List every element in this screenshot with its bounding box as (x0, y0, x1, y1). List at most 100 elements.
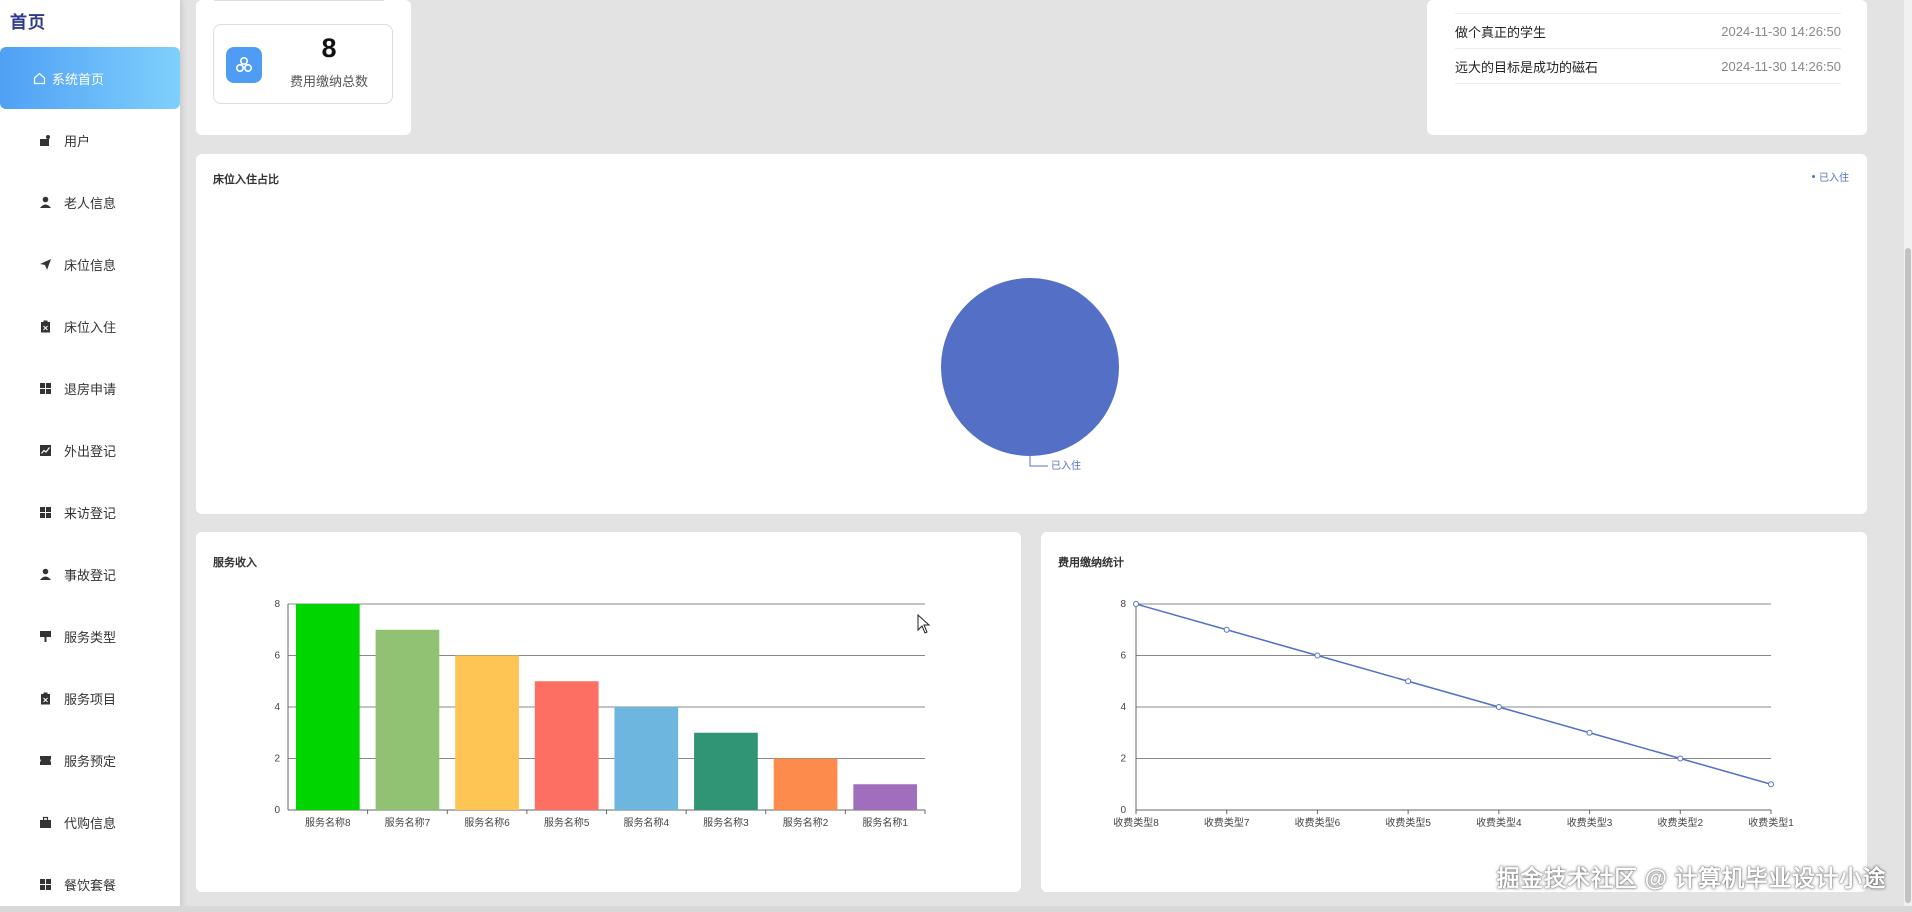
x-tick-label: 服务名称5 (544, 816, 590, 829)
x-tick-label: 服务名称3 (703, 816, 749, 829)
y-tick-label: 8 (1120, 599, 1126, 610)
pie-slice[interactable] (941, 278, 1119, 456)
stat-box-fee-count: 8 费用缴纳总数 (213, 24, 393, 104)
bar[interactable] (614, 707, 679, 810)
x-tick-label: 服务名称4 (624, 816, 670, 829)
watermark: 掘金技术社区 @ 计算机毕业设计小途 (1496, 865, 1886, 891)
horizontal-scrollbar[interactable] (0, 906, 1912, 912)
data-point[interactable] (1133, 601, 1139, 607)
y-tick-label: 6 (274, 651, 280, 662)
y-tick-label: 4 (274, 702, 280, 713)
x-tick-label: 服务名称1 (862, 816, 908, 829)
x-tick-label: 收费类型7 (1204, 816, 1250, 829)
sidebar-item-label: 外出登记 (64, 443, 117, 459)
scrollbar-thumb[interactable] (1905, 248, 1911, 903)
sidebar-item-4[interactable]: 床位信息 (0, 233, 180, 295)
bar[interactable] (455, 655, 519, 811)
sidebar: 首页 系统首页 用户 老人信息 床位信息 床位入住 退房申请 外出登记 来访登记 事故登记 服务类… (0, 0, 180, 912)
sidebar-item-5[interactable]: 床位入住 (0, 295, 180, 357)
sidebar-item-label: 来访登记 (64, 505, 117, 521)
x-tick-label: 收费类型2 (1658, 816, 1704, 829)
divider (214, 0, 384, 1)
x-tick-label: 收费类型3 (1567, 816, 1613, 829)
x-tick-label: 收费类型6 (1295, 816, 1341, 829)
x-tick-label: 服务名称2 (783, 816, 829, 829)
sidebar-item-8[interactable]: 来访登记 (0, 481, 180, 543)
sidebar-item-label: 服务预定 (64, 753, 117, 769)
bar-chart-card: 服务收入 0 2 4 6 8 服务名称8 服务名称7 服务名称6 服务名称5 服务名称4 服务名称3… (196, 532, 1021, 892)
sidebar-item-label: 系统首页 (52, 71, 105, 87)
sidebar-item-2[interactable]: 用户 (0, 109, 180, 171)
sidebar-item-3[interactable]: 老人信息 (0, 171, 180, 233)
x-tick-label: 服务名称7 (385, 816, 431, 829)
sidebar-item-10[interactable]: 服务类型 (0, 605, 180, 667)
sidebar-item-label: 床位信息 (64, 257, 117, 273)
sidebar-item-label: 退房申请 (64, 381, 117, 397)
data-point[interactable] (1314, 652, 1321, 659)
sidebar-item-13[interactable]: 代购信息 (0, 791, 180, 853)
pie-label-line (1029, 456, 1048, 467)
home-icon (32, 71, 46, 85)
sidebar-item-label: 服务类型 (64, 629, 117, 645)
sidebar-item-9[interactable]: 事故登记 (0, 543, 180, 605)
y-tick-label: 6 (1120, 651, 1126, 662)
chart-icon (38, 443, 52, 457)
data-point[interactable] (1495, 704, 1502, 710)
ticket-icon (38, 753, 52, 767)
y-tick-label: 0 (274, 805, 280, 816)
data-point[interactable] (1405, 678, 1412, 685)
bar[interactable] (853, 784, 918, 810)
data-point[interactable] (1223, 626, 1230, 633)
bar[interactable] (375, 629, 440, 810)
notice-time: 2024-11-30 14:26:50 (1721, 58, 1841, 74)
stat-value: 8 (321, 33, 337, 63)
grid-icon (38, 505, 52, 519)
notice-title: 做个真正的学生 (1455, 24, 1547, 40)
grid-icon (38, 381, 52, 395)
person-icon (38, 567, 52, 581)
sidebar-item-1[interactable]: 系统首页 (0, 47, 180, 109)
notice-item[interactable]: 远大的目标是成功的磁石 2024-11-30 14:26:50 (1455, 49, 1841, 84)
sidebar-item-11[interactable]: 服务项目 (0, 667, 180, 729)
bar[interactable] (534, 681, 599, 810)
x-tick-label: 服务名称6 (464, 816, 510, 829)
sidebar-item-12[interactable]: 服务预定 (0, 729, 180, 791)
x-tick-label: 收费类型8 (1113, 816, 1159, 829)
y-tick-label: 0 (1120, 805, 1126, 816)
x-tick-label: 收费类型5 (1385, 816, 1431, 829)
briefcase-icon (38, 815, 52, 829)
sidebar-item-14[interactable]: 餐饮套餐 (0, 853, 180, 912)
line-chart: 0 2 4 6 8 收费类型8 收费类型7 收费类型6 收费类型5 收费类型4 收费类型3 收费类型2… (1113, 599, 1794, 829)
y-tick-label: 8 (274, 599, 280, 610)
pie-chart-card: 床位入住占比 已入住 已入住 (196, 154, 1867, 514)
person-icon (38, 195, 52, 209)
bar[interactable] (295, 604, 360, 810)
notice-card: 做个真正的学生 2024-11-30 14:26:50 远大的目标是成功的磁石 202… (1427, 0, 1867, 135)
notice-row-clipped (1455, 0, 1841, 14)
notice-item[interactable]: 做个真正的学生 2024-11-30 14:26:50 (1455, 14, 1841, 49)
fee-icon (226, 47, 262, 83)
sidebar-item-label: 代购信息 (64, 815, 117, 831)
sidebar-item-label: 床位入住 (64, 319, 117, 335)
bar[interactable] (773, 758, 838, 811)
line-chart-card: 费用缴纳统计 0 2 4 6 8 收费类型8 收费类型7 收费类型6 收费类型5 收费类型4 收费类… (1041, 532, 1867, 892)
sidebar-item-label: 事故登记 (64, 567, 117, 583)
send-icon (38, 257, 52, 271)
scrollbar[interactable] (1904, 0, 1912, 912)
data-point[interactable] (1586, 729, 1593, 736)
data-point[interactable] (1677, 755, 1684, 762)
notice-time: 2024-11-30 14:26:50 (1721, 23, 1841, 39)
sign-icon (38, 629, 52, 643)
bar[interactable] (694, 732, 758, 810)
bar-chart: 0 2 4 6 8 服务名称8 服务名称7 服务名称6 服务名称5 服务名称4 服务名称3 服务名称2… (274, 599, 926, 829)
sidebar-item-label: 老人信息 (64, 195, 117, 211)
sidebar-item-7[interactable]: 外出登记 (0, 419, 180, 481)
sidebar-menu: 系统首页用户老人信息床位信息床位入住退房申请外出登记来访登记事故登记服务类型服务… (0, 47, 180, 912)
sidebar-item-6[interactable]: 退房申请 (0, 357, 180, 419)
data-point[interactable] (1768, 781, 1774, 788)
y-tick-label: 2 (274, 754, 280, 765)
series-line (1135, 603, 1772, 785)
mouse-cursor-icon (917, 614, 931, 634)
sidebar-item-label: 餐饮套餐 (64, 877, 117, 893)
pie-chart: 已入住 (941, 278, 1119, 472)
